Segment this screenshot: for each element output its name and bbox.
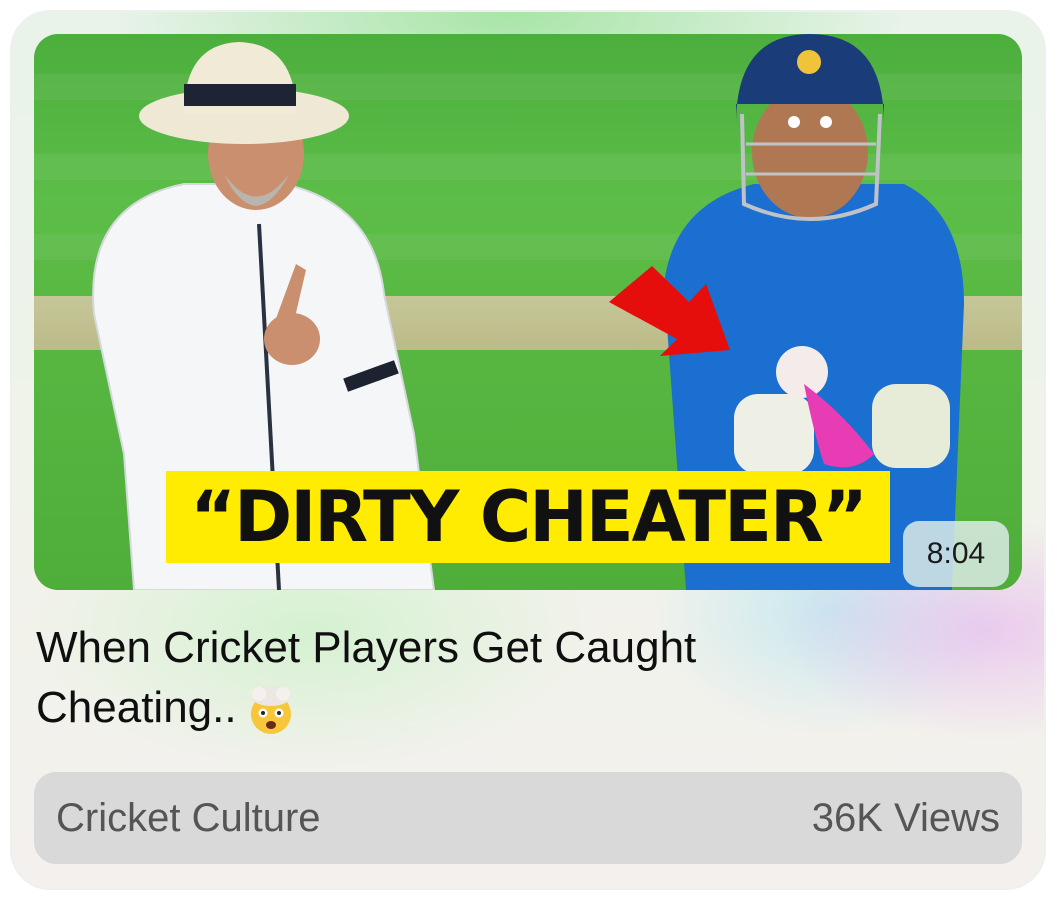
view-count: 36K Views [811, 795, 1000, 840]
exploding-head-emoji-icon [250, 686, 291, 735]
video-meta-bar: Cricket Culture 36K Views [34, 772, 1022, 864]
video-card[interactable]: “DIRTY CHEATER” 8:04 When Cricket Player… [10, 10, 1046, 890]
video-title[interactable]: When Cricket Players Get Caught Cheating… [36, 618, 796, 738]
video-title-text: When Cricket Players Get Caught Cheating… [36, 623, 697, 732]
thumbnail-headline: “DIRTY CHEATER” [166, 471, 890, 563]
video-thumbnail[interactable]: “DIRTY CHEATER” 8:04 [34, 34, 1022, 590]
duration-badge: 8:04 [903, 521, 1009, 587]
channel-name[interactable]: Cricket Culture [56, 796, 321, 841]
